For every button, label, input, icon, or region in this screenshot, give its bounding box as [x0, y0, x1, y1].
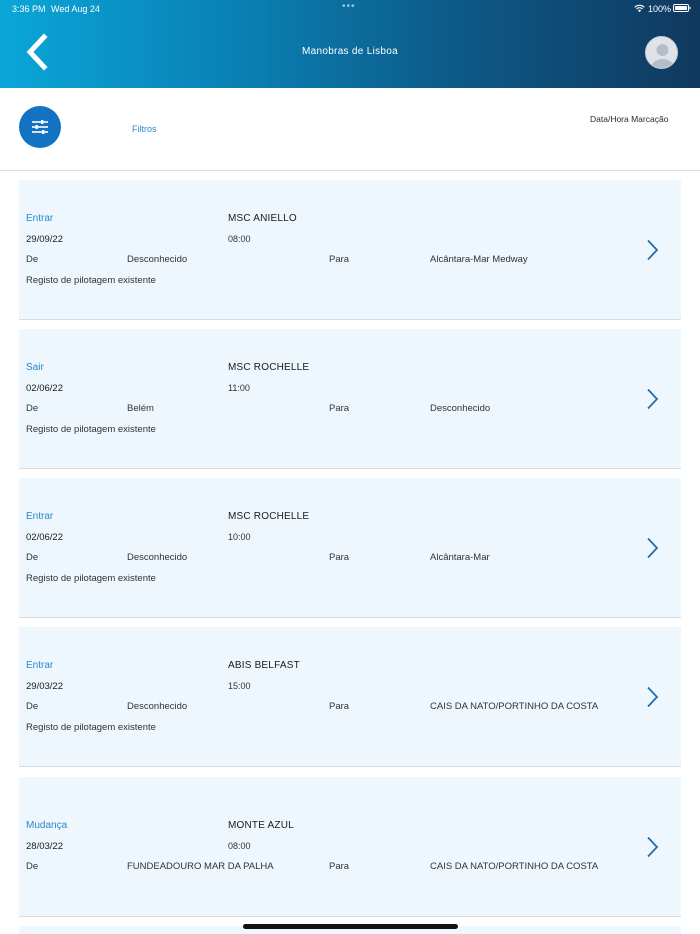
sliders-icon [32, 120, 48, 134]
ship-name: MSC ANIELLO [228, 213, 297, 224]
status-bar: 3:36 PM Wed Aug 24 ••• 100% [0, 0, 700, 18]
from-label: De [26, 254, 39, 265]
from-location: Desconhecido [127, 701, 188, 712]
maneuver-date: 02/06/22 [26, 532, 63, 543]
maneuver-time: 10:00 [228, 532, 251, 542]
maneuver-type: Entrar [26, 660, 54, 671]
maneuver-date: 29/09/22 [26, 234, 63, 245]
pilotage-note: Registo de pilotagem existente [26, 722, 156, 733]
home-indicator[interactable] [243, 924, 458, 929]
status-time: 3:36 PM [12, 4, 46, 14]
sort-value: Data/Hora Marcação [590, 114, 669, 124]
from-location: Desconhecido [127, 552, 188, 563]
maneuver-card[interactable]: Entrar ABIS BELFAST 29/03/22 15:00 De De… [19, 627, 681, 767]
to-label: Para [329, 254, 350, 265]
wifi-icon [634, 4, 645, 13]
ship-name: MONTE AZUL [228, 820, 294, 831]
maneuver-time: 08:00 [228, 841, 251, 851]
chevron-right-icon [647, 537, 659, 559]
maneuver-date: 02/06/22 [26, 383, 63, 394]
maneuver-time: 15:00 [228, 681, 251, 691]
maneuver-type: Entrar [26, 511, 54, 522]
from-label: De [26, 861, 39, 872]
to-label: Para [329, 861, 350, 872]
to-location: CAIS DA NATO/PORTINHO DA COSTA [430, 701, 599, 712]
maneuver-time: 08:00 [228, 234, 251, 244]
maneuver-time: 11:00 [228, 383, 250, 393]
sort-dropdown[interactable]: Data/Hora Marcação [590, 114, 668, 124]
ship-name: MSC ROCHELLE [228, 511, 310, 522]
multitasking-dots[interactable]: ••• [342, 1, 356, 12]
maneuver-type: Entrar [26, 213, 54, 224]
status-date: Wed Aug 24 [51, 4, 100, 14]
from-location: Desconhecido [127, 254, 188, 265]
from-location: FUNDEADOURO MAR DA PALHA [127, 861, 274, 872]
ship-name: MSC ROCHELLE [228, 362, 310, 373]
maneuver-card[interactable]: Sair MSC ROCHELLE 02/06/22 11:00 De Belé… [19, 329, 681, 469]
pilotage-note: Registo de pilotagem existente [26, 573, 156, 584]
to-location: Desconhecido [430, 403, 491, 414]
chevron-right-icon [647, 686, 659, 708]
maneuver-date: 29/03/22 [26, 681, 63, 692]
filter-label[interactable]: Filtros [132, 124, 157, 134]
to-location: Alcântara-Mar Medway [430, 254, 528, 265]
to-location: CAIS DA NATO/PORTINHO DA COSTA [430, 861, 599, 872]
user-avatar-icon [651, 44, 674, 68]
filter-bar: Filtros Data/Hora Marcação [0, 88, 700, 171]
filter-button[interactable] [19, 106, 61, 148]
ship-name: ABIS BELFAST [228, 660, 300, 671]
pilotage-note: Registo de pilotagem existente [26, 424, 156, 435]
battery-icon [673, 4, 691, 12]
from-label: De [26, 403, 39, 414]
maneuver-card[interactable]: Entrar MSC ANIELLO 29/09/22 08:00 De Des… [19, 180, 681, 320]
chevron-right-icon [647, 388, 659, 410]
battery-percentage: 100% [648, 4, 672, 14]
pilotage-note: Registo de pilotagem existente [26, 275, 156, 286]
maneuver-type: Sair [26, 362, 44, 373]
avatar[interactable] [645, 36, 678, 69]
chevron-right-icon [647, 239, 659, 261]
maneuver-card[interactable]: Entrar MSC ROCHELLE 02/06/22 10:00 De De… [19, 478, 681, 618]
chevron-right-icon [647, 836, 659, 858]
to-label: Para [329, 552, 350, 563]
page-title: Manobras de Lisboa [301, 46, 398, 57]
to-location: Alcântara-Mar [430, 552, 490, 563]
maneuver-card[interactable]: Mudança MONTE AZUL 28/03/22 08:00 De FUN… [19, 777, 681, 917]
from-label: De [26, 701, 39, 712]
from-location: Belém [127, 403, 154, 414]
maneuver-date: 28/03/22 [26, 841, 63, 852]
maneuver-type: Mudança [26, 820, 68, 831]
to-label: Para [329, 701, 350, 712]
to-label: Para [329, 403, 350, 414]
from-label: De [26, 552, 39, 563]
app-header: 3:36 PM Wed Aug 24 ••• 100% Manobras de … [0, 0, 700, 88]
